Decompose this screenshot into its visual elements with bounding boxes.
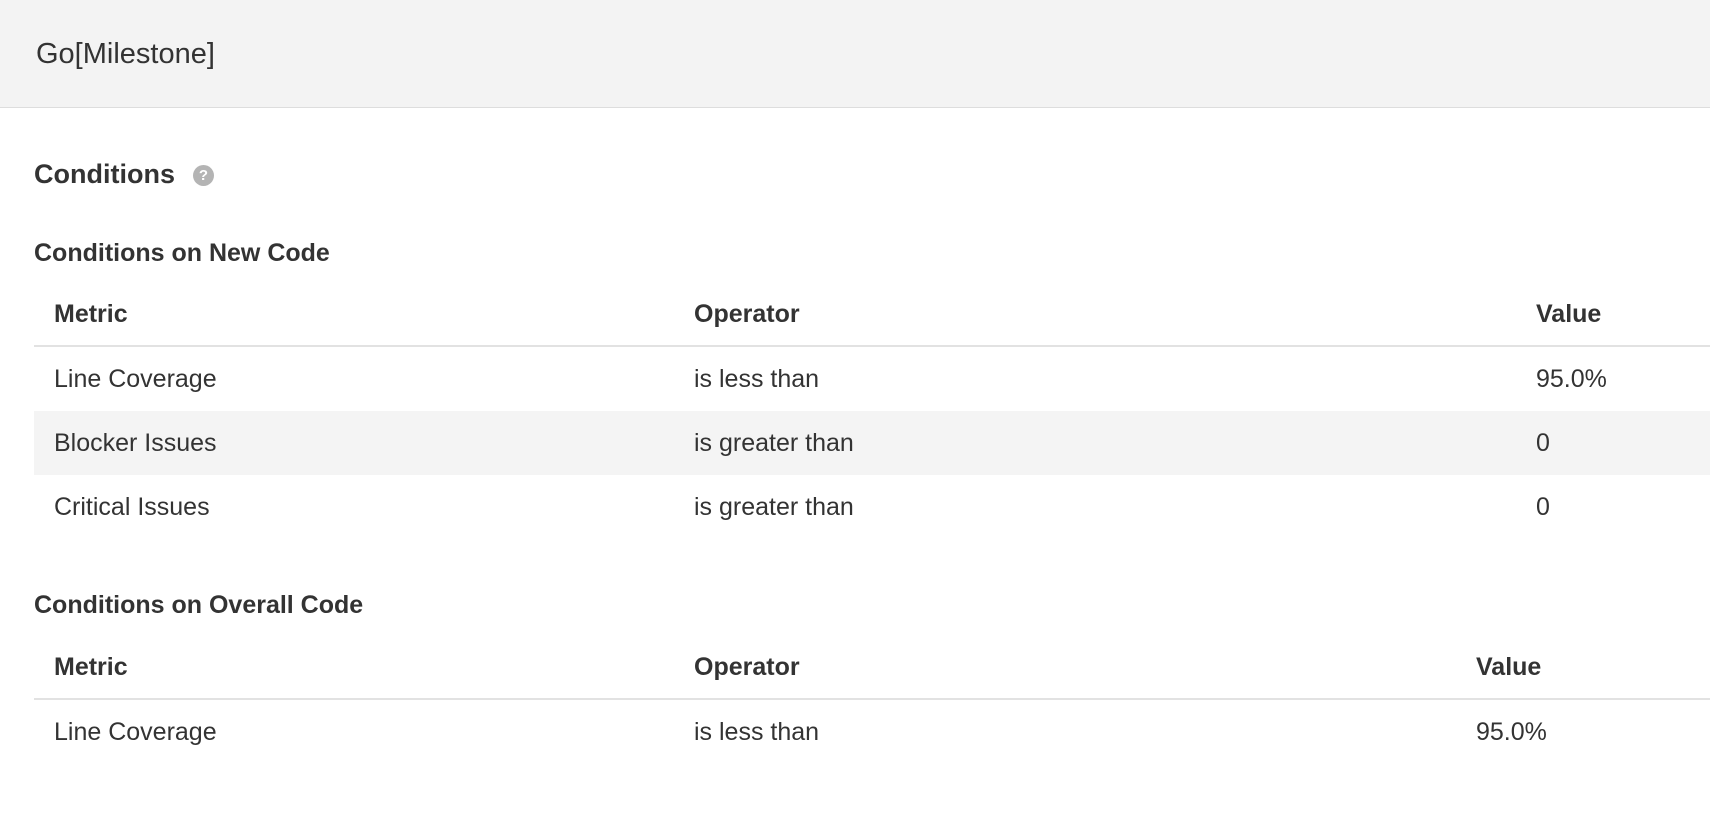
operator-cell: is greater than — [694, 429, 854, 457]
conditions-title: Conditions — [34, 159, 175, 189]
overall-code-conditions-table: Metric Operator Value Line Coverage is l… — [34, 638, 1710, 764]
column-header-operator: Operator — [694, 653, 800, 681]
table-header: Metric Operator Value — [34, 638, 1710, 700]
table-row: Line Coverage is less than 95.0% — [34, 700, 1710, 764]
metric-cell: Line Coverage — [54, 365, 217, 393]
value-cell: 95.0% — [1536, 365, 1607, 393]
new-code-section-title: Conditions on New Code — [34, 239, 330, 267]
column-header-metric: Metric — [54, 300, 128, 328]
column-header-metric: Metric — [54, 653, 128, 681]
table-header: Metric Operator Value — [34, 285, 1710, 347]
table-row: Blocker Issues is greater than 0 — [34, 411, 1710, 475]
overall-code-section-title: Conditions on Overall Code — [34, 591, 364, 619]
page-title: Go[Milestone] — [36, 38, 215, 70]
operator-cell: is less than — [694, 365, 820, 393]
metric-cell: Blocker Issues — [54, 429, 217, 457]
metric-cell: Line Coverage — [54, 718, 217, 746]
metric-cell: Critical Issues — [54, 493, 210, 521]
value-cell: 0 — [1536, 429, 1550, 457]
conditions-header: Conditions ? — [34, 158, 214, 190]
operator-cell: is less than — [694, 718, 820, 746]
table-row: Critical Issues is greater than 0 — [34, 475, 1710, 539]
column-header-value: Value — [1476, 653, 1542, 681]
table-row: Line Coverage is less than 95.0% — [34, 347, 1710, 411]
column-header-operator: Operator — [694, 300, 800, 328]
column-header-value: Value — [1536, 300, 1602, 328]
question-mark-circle-icon[interactable]: ? — [192, 164, 214, 186]
operator-cell: is greater than — [694, 493, 854, 521]
new-code-conditions-table: Metric Operator Value Line Coverage is l… — [34, 285, 1710, 539]
value-cell: 0 — [1536, 493, 1550, 521]
page-header: Go[Milestone] — [0, 0, 1710, 108]
value-cell: 95.0% — [1476, 718, 1547, 746]
